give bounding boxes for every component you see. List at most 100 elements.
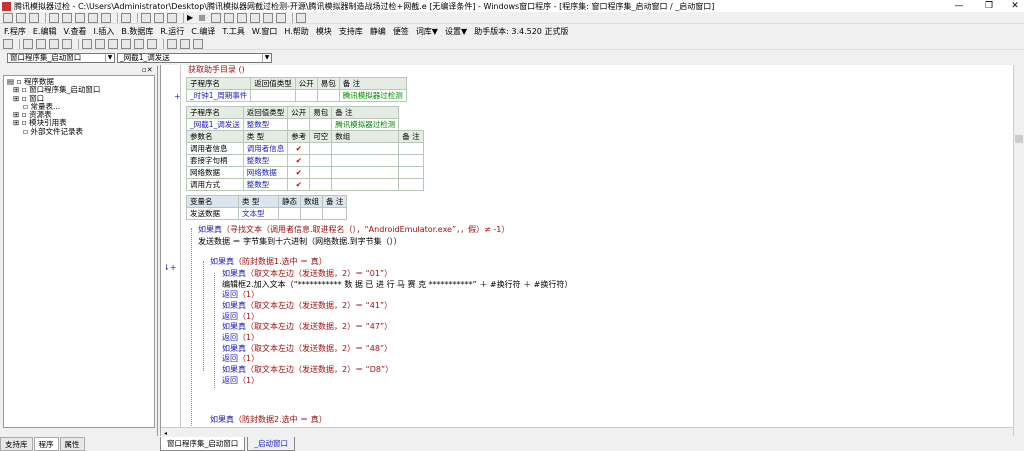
table-row: 参数名类 型参考 可空 数组备 注	[186, 130, 424, 143]
assembly-select[interactable]: 窗口程序集_启动窗口 ▼	[7, 53, 115, 63]
table-cell: 调用者信息	[186, 142, 244, 155]
code-expression: （1）	[238, 290, 260, 299]
menu-item[interactable]: 静编	[370, 26, 386, 37]
tool-icon[interactable]	[108, 38, 118, 49]
scroll-left-icon[interactable]: ◂	[164, 430, 167, 437]
code-line[interactable]: 如果真（取文本左边（发送数据，2）＝ “47”）	[222, 322, 392, 332]
table-cell: _时钟1_周期事件	[185, 89, 252, 102]
tool-icon[interactable]	[121, 38, 131, 49]
cut-icon[interactable]	[49, 12, 59, 23]
tool-icon[interactable]	[167, 38, 177, 49]
menu-item[interactable]: R.运行	[160, 26, 184, 37]
code-line[interactable]: 如果真（取文本左边（发送数据，2）＝ “01”）	[222, 269, 392, 279]
vertical-scrollbar[interactable]	[1013, 65, 1024, 436]
step-over-icon[interactable]	[249, 12, 260, 23]
step-icon[interactable]	[210, 12, 221, 23]
subroutine-select[interactable]: _网截1_调发送 ▼	[117, 53, 272, 63]
menu-item[interactable]: C.编译	[191, 26, 215, 37]
chevron-down-icon[interactable]: ▼	[105, 54, 114, 62]
tool-icon[interactable]	[95, 38, 105, 49]
code-line[interactable]: 返回（1）	[222, 354, 259, 364]
tool-icon[interactable]	[62, 38, 72, 49]
subroutine-table: 子程序名 返回值类型 公开 易包备 注 _网截1_调发送 整数型 腾讯模拟器过检测 参数名类 …	[186, 106, 424, 191]
layout3-icon[interactable]	[167, 12, 177, 23]
menu-item[interactable]: F.程序	[4, 26, 26, 37]
tool-icon[interactable]	[180, 38, 190, 49]
table-cell	[331, 166, 400, 179]
table-cell	[309, 178, 333, 191]
code-line[interactable]: 编辑框2.加入文本（“*********** 数 据 已 进 行 马 赛 克 *…	[222, 280, 572, 290]
menu-item[interactable]: 设置▼	[445, 26, 467, 37]
code-line[interactable]: 返回（1）	[222, 376, 259, 386]
undo-icon[interactable]	[88, 12, 98, 23]
new-file-icon[interactable]	[3, 12, 13, 23]
menu-item[interactable]: B.数据库	[121, 26, 153, 37]
code-keyword: 返回	[222, 376, 238, 385]
code-line[interactable]: 如果真（取文本左边（发送数据，2）＝ “41”）	[222, 301, 392, 311]
step-out-icon[interactable]	[236, 12, 247, 23]
editor-tab[interactable]: 窗口程序集_启动窗口	[160, 437, 246, 451]
menu-item[interactable]: 支持库	[339, 26, 363, 37]
table-cell: 公开	[287, 106, 311, 119]
menu-item[interactable]: 词库▼	[416, 26, 438, 37]
table-cell: 数组	[300, 195, 323, 208]
tool-icon[interactable]	[147, 38, 157, 49]
open-icon[interactable]	[16, 12, 26, 23]
code-line[interactable]: 返回（1）	[222, 333, 259, 343]
code-line[interactable]: 如果真（取文本左边（发送数据，2）＝ “D8”）	[222, 365, 393, 375]
layout2-icon[interactable]	[154, 12, 164, 23]
tool-icon[interactable]	[193, 38, 203, 49]
hand-icon[interactable]	[275, 12, 286, 23]
menu-item[interactable]: T.工具	[222, 26, 244, 37]
close-button[interactable]: ✕	[1000, 0, 1024, 12]
editor-tab[interactable]: _启动窗口	[247, 437, 295, 451]
menu-bar: F.程序 E.编辑 V.查看 I.插入 B.数据库 R.运行 C.编译 T.工具 W.窗口 H.帮…	[0, 25, 1024, 37]
code-line[interactable]: 如果真（防封数据2.选中 ＝ 真）	[210, 415, 327, 425]
scroll-thumb[interactable]	[1015, 135, 1023, 143]
menu-item[interactable]: H.帮助	[284, 26, 308, 37]
run-icon[interactable]: ▶	[187, 13, 193, 22]
menu-item[interactable]: E.编辑	[33, 26, 57, 37]
menu-item[interactable]: 模块	[316, 26, 332, 37]
helper-icon[interactable]	[295, 12, 306, 23]
code-line[interactable]: 返回（1）	[222, 290, 259, 300]
table-cell: ✔	[287, 166, 311, 179]
paste-icon[interactable]	[75, 12, 85, 23]
tool-icon[interactable]	[49, 38, 59, 49]
menu-item[interactable]: W.窗口	[252, 26, 278, 37]
stop-icon[interactable]: ■	[198, 13, 206, 22]
tree-item[interactable]: ▫ 外部文件记录表	[7, 127, 151, 136]
code-line[interactable]: 如果真（防封数据1.选中 ＝ 真）	[210, 257, 327, 267]
tool-icon[interactable]	[3, 38, 13, 49]
copy-icon[interactable]	[62, 12, 72, 23]
minimize-button[interactable]: —	[944, 0, 974, 12]
menu-item[interactable]: 便签	[393, 26, 409, 37]
step-into-icon[interactable]	[223, 12, 234, 23]
code-line[interactable]: 如果真（寻找文本（调用者信息.取进程名（），“AndroidEmulator.e…	[198, 225, 509, 235]
layout1-icon[interactable]	[141, 12, 151, 23]
menu-item[interactable]: I.插入	[93, 26, 114, 37]
panel-close-icon[interactable]: ▫✕	[142, 66, 153, 74]
panel-tab[interactable]: 属性	[59, 437, 85, 451]
code-line[interactable]: 如果真（取文本左边（发送数据，2）＝ “48”）	[222, 344, 392, 354]
expand-icon[interactable]: +	[174, 92, 181, 101]
code-line[interactable]: 返回（1）	[222, 312, 259, 322]
save-icon[interactable]	[29, 12, 39, 23]
find-icon[interactable]	[121, 12, 131, 23]
redo-icon[interactable]	[101, 12, 111, 23]
tool-icon[interactable]	[23, 38, 33, 49]
tool-icon[interactable]	[82, 38, 92, 49]
tool-icon[interactable]	[36, 38, 46, 49]
code-keyword: 如果真	[222, 365, 246, 374]
horizontal-scrollbar[interactable]: ◂	[161, 427, 1013, 437]
code-editor[interactable]: ⇂+ + 获取助手目录 () 子程序名 返回值类型 公开 易包备 注 _时钟1_周期事件…	[160, 65, 1013, 436]
code-line[interactable]: 发送数据 ＝ 字节集到十六进制（网络数据.到字节集（））	[198, 237, 402, 247]
table-cell: 调用者信息	[242, 142, 289, 155]
menu-item[interactable]: V.查看	[63, 26, 86, 37]
breakpoint-icon[interactable]	[262, 12, 273, 23]
chevron-down-icon[interactable]: ▼	[262, 54, 271, 62]
panel-tab[interactable]: 支持库	[0, 437, 33, 451]
panel-tab[interactable]: 程序	[33, 437, 59, 451]
tool-icon[interactable]	[134, 38, 144, 49]
menu-item: 助手版本: 3.4.520 正式版	[474, 26, 569, 36]
